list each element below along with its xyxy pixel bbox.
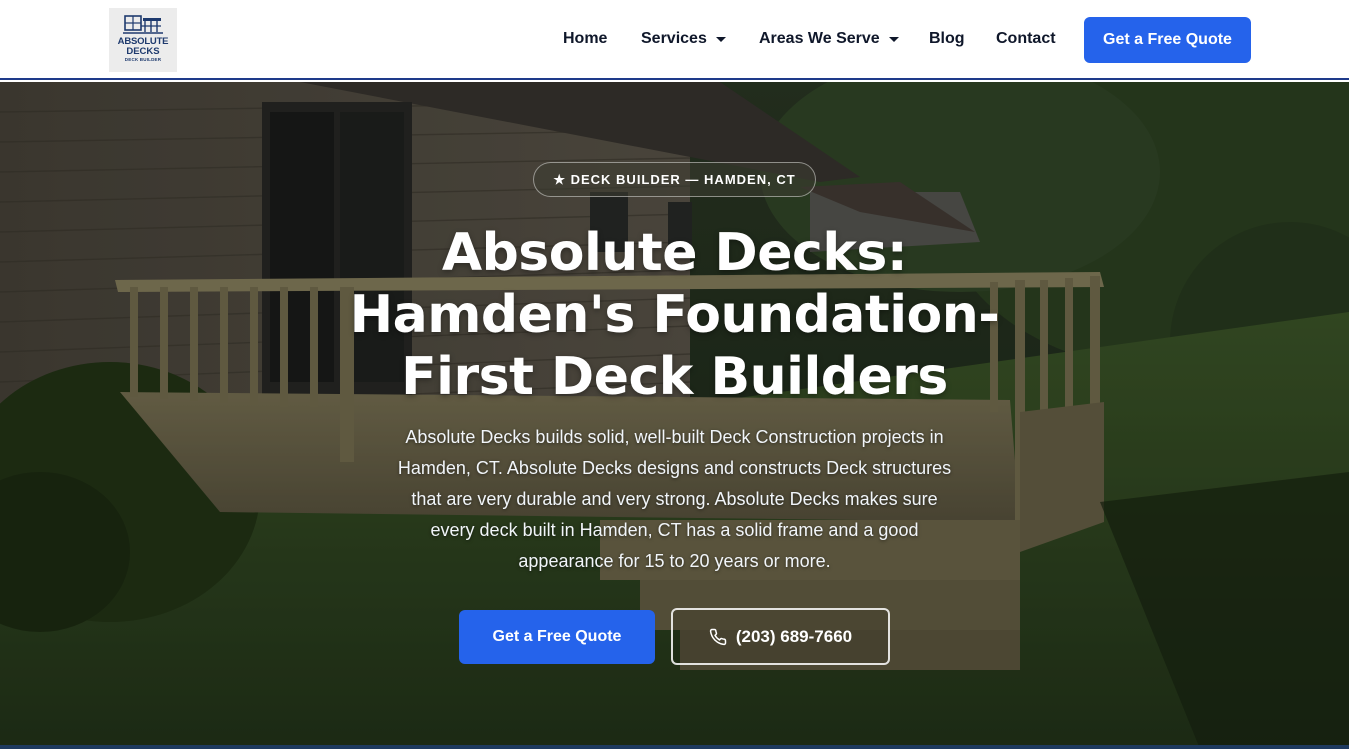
hero-title-line3: First Deck Builders bbox=[401, 347, 948, 407]
hero-quote-button[interactable]: Get a Free Quote bbox=[459, 610, 655, 664]
nav-item-label: Contact bbox=[996, 30, 1056, 47]
nav-item-areas-we-serve[interactable]: Areas We Serve bbox=[759, 29, 899, 49]
phone-icon bbox=[709, 628, 727, 645]
hero-description: Absolute Decks builds solid, well-built … bbox=[397, 427, 952, 571]
hero-section: ★ DECK BUILDER — HAMDEN, CT Absolute Dec… bbox=[0, 82, 1349, 749]
nav-item-home[interactable]: Home bbox=[563, 29, 607, 49]
main-nav: Home Services Areas We Serve Blog Contac… bbox=[0, 0, 1349, 80]
section-divider bbox=[0, 745, 1349, 749]
nav-item-services[interactable]: Services bbox=[641, 29, 726, 49]
header-quote-button[interactable]: Get a Free Quote bbox=[1084, 17, 1251, 63]
nav-item-label: Blog bbox=[929, 30, 965, 47]
nav-item-contact[interactable]: Contact bbox=[996, 29, 1056, 49]
nav-item-blog[interactable]: Blog bbox=[929, 29, 965, 49]
caret-down-icon bbox=[888, 36, 899, 42]
location-badge: ★ DECK BUILDER — HAMDEN, CT bbox=[533, 162, 816, 197]
caret-down-icon bbox=[715, 36, 726, 42]
hero-title-line2: Hamden's Foundation- bbox=[349, 285, 1000, 345]
nav-item-label: Services bbox=[641, 30, 707, 47]
call-phone-button[interactable]: (203) 689-7660 bbox=[671, 608, 890, 665]
nav-item-label: Areas We Serve bbox=[759, 30, 880, 47]
phone-number: (203) 689-7660 bbox=[735, 626, 853, 646]
nav-item-label: Home bbox=[563, 30, 608, 47]
site-header: ABSOLUTE DECKS DECK BUILDER Home Service… bbox=[0, 0, 1349, 80]
hero-title-line1: Absolute Decks: bbox=[441, 223, 908, 283]
hero-title: Absolute Decks: Hamden's Foundation- Fir… bbox=[300, 222, 1049, 408]
